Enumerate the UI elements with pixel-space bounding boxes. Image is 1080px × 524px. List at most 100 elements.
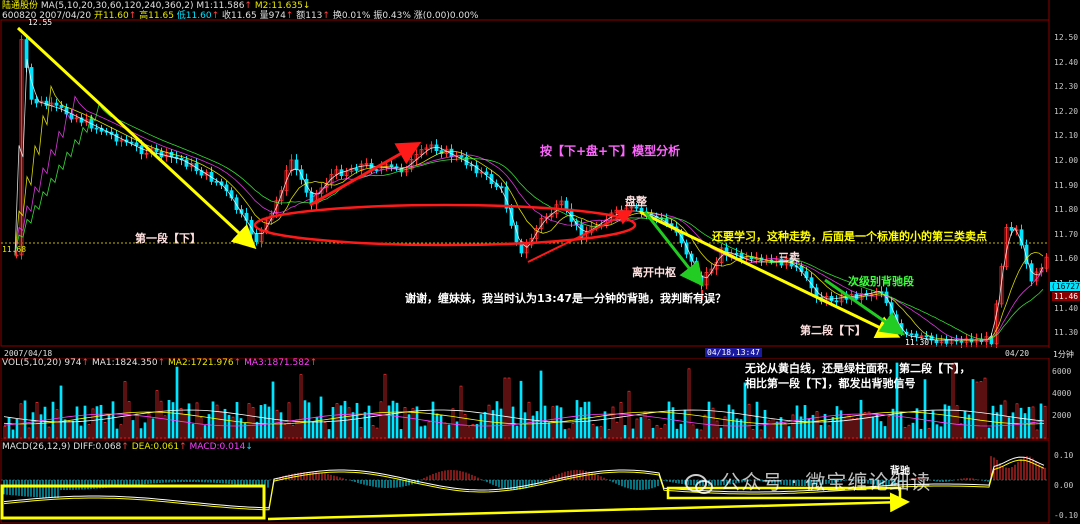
candle-body [1019, 229, 1024, 246]
volume-bar [139, 428, 143, 439]
volume-bar [383, 373, 387, 439]
volume-bar [691, 424, 695, 439]
segment1-down-arrow [16, 26, 257, 250]
volume-bar [495, 401, 499, 439]
volume-bar [355, 402, 359, 439]
question-note: 谢谢，缠妹妹，我当时认为13:47是一分钟的背驰，我判断有误？ [405, 292, 727, 305]
volume-bar [471, 423, 475, 439]
volume-bar [211, 401, 215, 439]
watermark-text: 公众号 · 微宝缠论细读 [720, 470, 932, 494]
volume-bar [183, 414, 187, 439]
candle-body [54, 102, 59, 106]
volume-bar [935, 424, 939, 439]
volume-bar [791, 414, 795, 439]
watermark: 公众号 · 微宝缠论细读 [685, 466, 931, 495]
cursor-pointer-icon: ➚ [701, 298, 710, 309]
volume-bar [427, 421, 431, 439]
volume-bar [271, 381, 275, 439]
volume-bar [51, 401, 55, 439]
volume-bar [387, 405, 391, 439]
volume-bar [755, 401, 759, 439]
volume-bar [423, 425, 427, 439]
volume-bar [515, 425, 519, 439]
volume-bar [175, 366, 179, 439]
volume-bar [75, 406, 79, 439]
leave-pivot-label: 离开中枢 [632, 266, 676, 279]
candle-body [854, 293, 859, 300]
volume-bar [1007, 417, 1011, 439]
price-tick: 11.30 [1054, 328, 1079, 338]
volume-bar [1003, 400, 1007, 439]
candle-body [354, 168, 359, 171]
volume-bar [887, 416, 891, 439]
left-level-label: 11.68 [2, 245, 27, 254]
volume-bar [655, 424, 659, 439]
volume-bar [511, 406, 515, 439]
third-sell-label: 三卖 [778, 251, 800, 264]
volume-bar [787, 426, 791, 439]
volume-bar [883, 426, 887, 439]
volume-bar [947, 405, 951, 439]
divergence-note-line2: 相比第一段【下】，都发出背驰信号 [745, 377, 916, 390]
volume-bar [99, 404, 103, 439]
volume-bar [911, 422, 915, 439]
volume-bar [299, 374, 303, 439]
volume-tick: 6000 [1052, 367, 1072, 376]
volume-bar [1019, 407, 1023, 439]
volume-bar [367, 405, 371, 439]
current-tag-value: 16727 [1055, 282, 1080, 291]
volume-bar [699, 429, 703, 439]
volume-bar [1011, 412, 1015, 439]
volume-bar [963, 410, 967, 439]
volume-bar [739, 419, 743, 439]
volume-bar [979, 381, 983, 439]
volume-bar [307, 402, 311, 439]
volume-bar [707, 401, 711, 439]
volume-bar [59, 385, 63, 439]
volume-bar [971, 379, 975, 439]
volume-bar [999, 404, 1003, 439]
volume-bar [91, 408, 95, 439]
candle-body [294, 159, 299, 171]
candle-body [959, 340, 964, 343]
subordinate-divergence-label: 次级别背驰段 [848, 275, 914, 288]
volume-bar [95, 406, 99, 439]
volume-bar [83, 405, 87, 439]
wechat-icon [685, 473, 713, 495]
volume-bar [547, 422, 551, 439]
volume-bar [331, 407, 335, 439]
volume-bar [411, 408, 415, 439]
volume-bar [447, 424, 451, 439]
candle-body [924, 335, 929, 338]
volume-bar [687, 368, 691, 439]
volume-bar [239, 418, 243, 439]
low-mark-label: 11.30 [905, 338, 930, 347]
volume-bar [519, 380, 523, 439]
volume-bar [851, 418, 855, 439]
volume-bar [467, 426, 471, 439]
candle-body [834, 300, 839, 303]
volume-bar [343, 400, 347, 439]
volume-bar [523, 412, 527, 439]
volume-bar [87, 424, 91, 439]
volume-bar [571, 423, 575, 439]
volume-bar [215, 404, 219, 439]
volume-bar [879, 421, 883, 439]
volume-bar [771, 418, 775, 439]
volume-bar [987, 427, 991, 439]
volume-bar [1015, 403, 1019, 439]
volume-bar [863, 412, 867, 439]
volume-bar [47, 426, 51, 439]
volume-bar [915, 408, 919, 439]
volume-bar [359, 427, 363, 439]
volume-bar [671, 407, 675, 439]
macd-tick: -0.10 [1054, 511, 1079, 520]
volume-bar [923, 379, 927, 439]
volume-bar [651, 427, 655, 439]
volume-bar [875, 413, 879, 439]
volume-bar [147, 413, 151, 439]
price-tick: 12.10 [1054, 131, 1079, 141]
candle-body [459, 155, 464, 158]
volume-bar [539, 370, 543, 439]
volume-bar [319, 396, 323, 439]
